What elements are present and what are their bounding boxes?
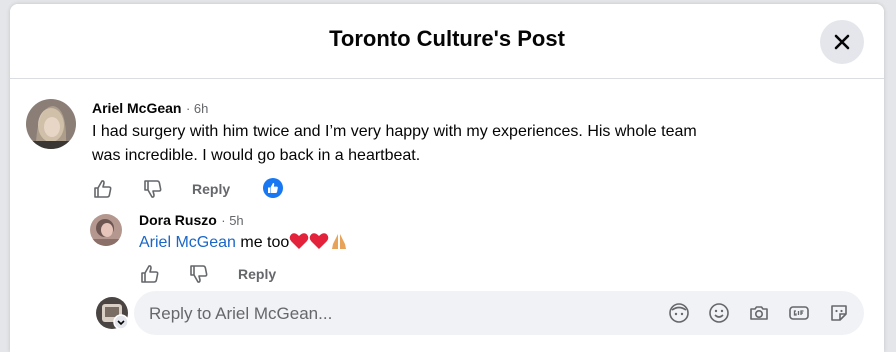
comment-text-line: I had surgery with him twice and I’m ver…	[92, 123, 697, 140]
mention-link[interactable]: Ariel McGean	[139, 234, 236, 251]
reply-composer[interactable]: Reply to Ariel McGean...	[134, 291, 864, 335]
thumbs-up-icon	[141, 265, 159, 283]
reply-button[interactable]: Reply	[192, 181, 230, 197]
camera-icon[interactable]	[748, 302, 770, 324]
reply-input[interactable]: Reply to Ariel McGean...	[149, 304, 332, 324]
post-dialog: Toronto Culture's Post Ariel McGean · 6h…	[10, 4, 884, 352]
like-button[interactable]	[139, 263, 161, 285]
dialog-header: Toronto Culture's Post	[10, 4, 884, 79]
reply-author[interactable]: Dora Ruszo	[139, 212, 217, 228]
heart-emoji	[309, 233, 329, 251]
reply-text: Ariel McGean me too	[139, 231, 349, 255]
close-icon	[834, 34, 850, 50]
reaction-count[interactable]	[262, 177, 284, 199]
gif-icon[interactable]	[788, 302, 810, 324]
comment-text-line: was incredible. I would go back in a hea…	[92, 147, 421, 164]
reply-text-body: me too	[235, 234, 290, 251]
reply-button[interactable]: Reply	[238, 266, 276, 282]
close-button[interactable]	[820, 20, 864, 64]
sticker-icon[interactable]	[828, 302, 850, 324]
folded-hands-emoji	[329, 234, 349, 251]
dislike-button[interactable]	[188, 263, 210, 285]
comment-author[interactable]: Ariel McGean	[92, 100, 181, 116]
thumbs-down-icon	[190, 265, 208, 283]
current-user-avatar[interactable]	[96, 297, 129, 330]
like-button[interactable]	[92, 178, 114, 200]
avatar-sticker-icon[interactable]	[668, 302, 690, 324]
avatar[interactable]	[90, 214, 122, 246]
dislike-button[interactable]	[142, 178, 164, 200]
emoji-icon[interactable]	[708, 302, 730, 324]
dialog-title: Toronto Culture's Post	[329, 26, 565, 51]
reply-time[interactable]: · 5h	[221, 213, 243, 228]
comment-time[interactable]: · 6h	[186, 101, 208, 116]
heart-emoji	[289, 233, 309, 251]
thumbs-down-icon	[144, 180, 162, 198]
comment-text: I had surgery with him twice and I’m ver…	[92, 120, 852, 168]
like-reaction-icon	[263, 178, 283, 198]
avatar[interactable]	[26, 99, 76, 149]
thumbs-up-icon	[94, 180, 112, 198]
